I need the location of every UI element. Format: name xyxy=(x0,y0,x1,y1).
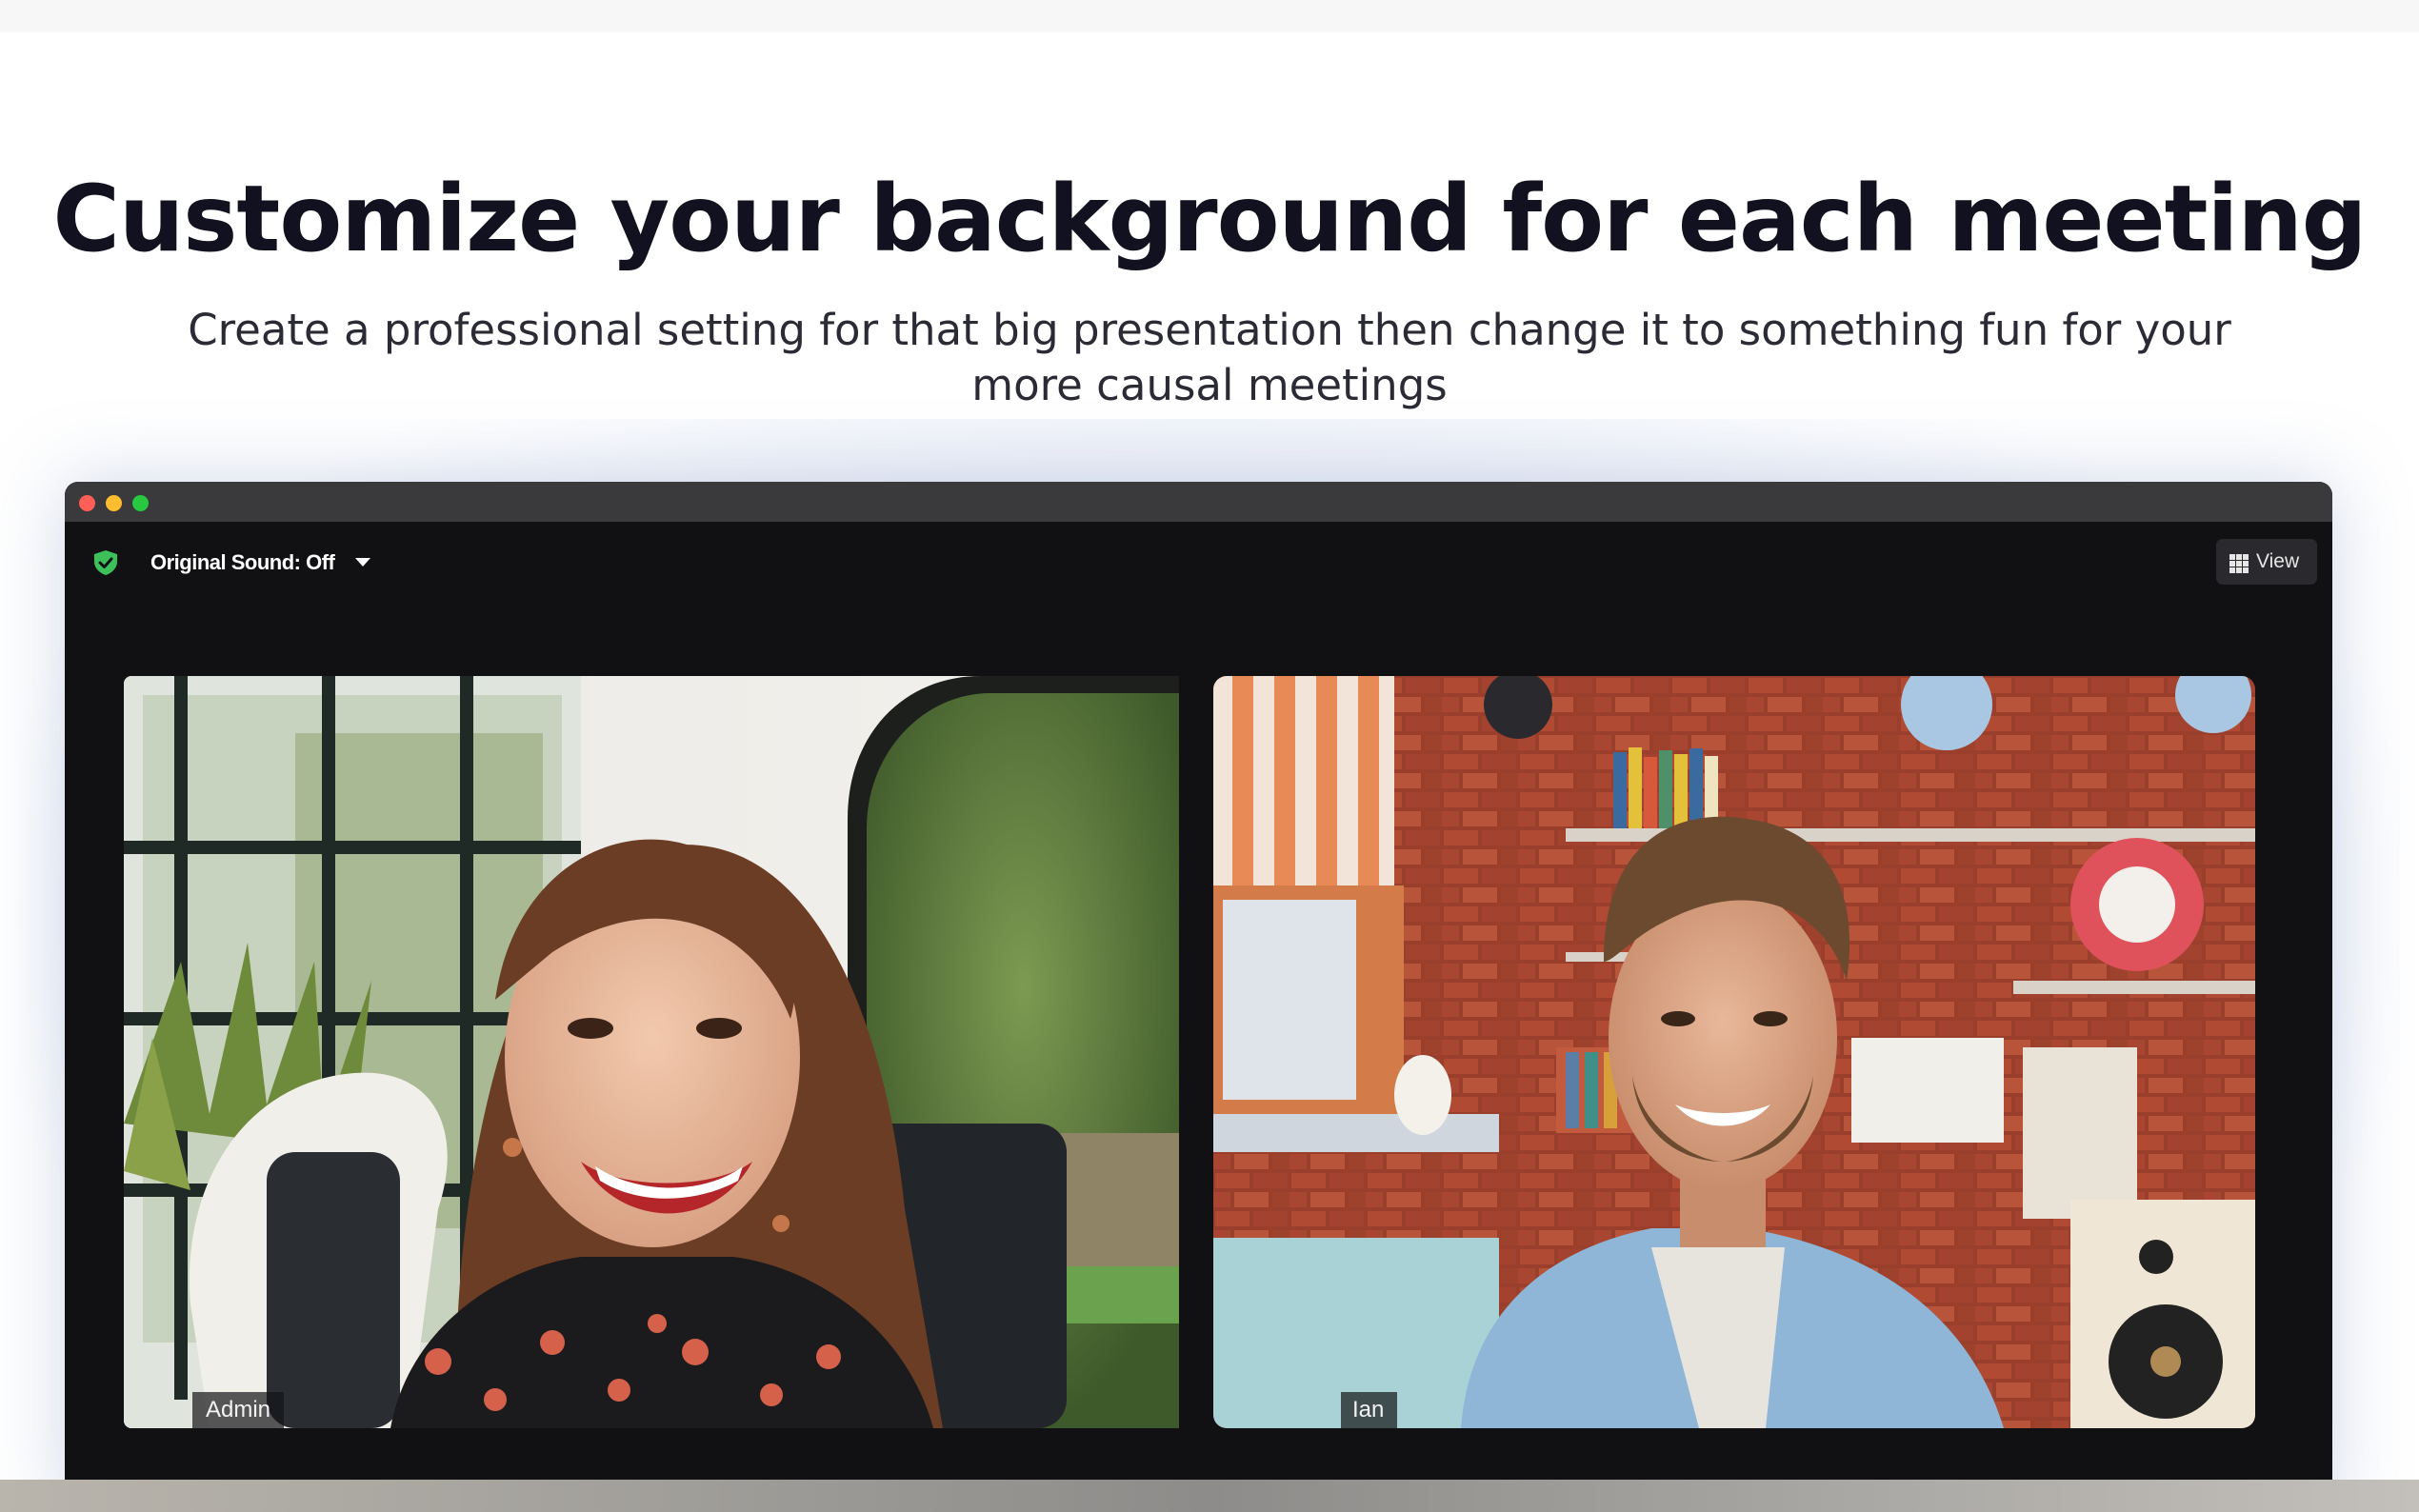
zoom-window-button[interactable] xyxy=(132,495,149,511)
participant-tile-admin[interactable]: Admin xyxy=(124,676,1179,1428)
top-strip xyxy=(0,0,2419,32)
meeting-window: Original Sound: Off View Admin Ian xyxy=(65,482,2332,1512)
participant-name-ian: Ian xyxy=(1341,1392,1398,1428)
caret-down-icon[interactable] xyxy=(355,558,370,567)
page-bottom-shade xyxy=(0,1480,2419,1512)
participant-video-admin xyxy=(124,676,1179,1428)
close-window-button[interactable] xyxy=(79,495,95,511)
window-titlebar xyxy=(65,482,2332,522)
participant-tile-ian[interactable]: Ian xyxy=(1213,676,2255,1428)
participant-video-ian xyxy=(1213,676,2255,1428)
participant-name-admin: Admin xyxy=(192,1392,285,1428)
page-headline: Customize your background for each meeti… xyxy=(52,166,2367,272)
shield-check-icon[interactable] xyxy=(91,548,120,577)
original-sound-toggle[interactable]: Original Sound: Off xyxy=(150,548,335,577)
view-button-label: View xyxy=(2256,550,2300,572)
view-button[interactable]: View xyxy=(2216,539,2317,585)
page-subtitle: Create a professional setting for that b… xyxy=(188,305,2231,410)
minimize-window-button[interactable] xyxy=(106,495,122,511)
grid-icon xyxy=(2229,554,2249,573)
